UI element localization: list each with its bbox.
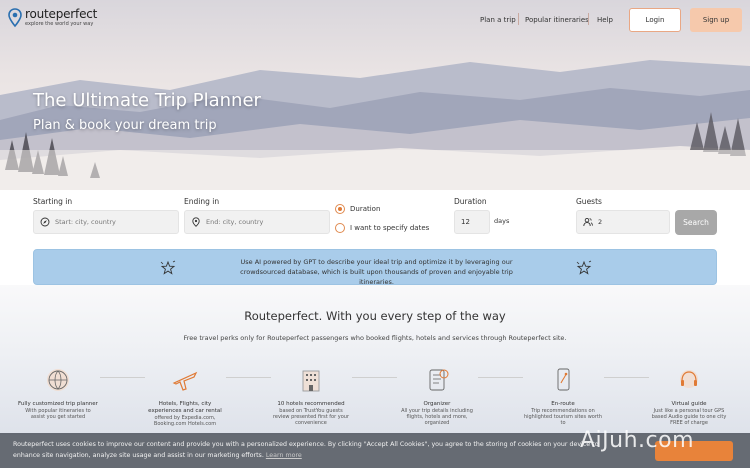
login-button[interactable]: Login	[629, 8, 681, 32]
sparkle-star-icon	[576, 260, 592, 275]
hero-title: The Ultimate Trip Planner	[33, 90, 261, 111]
feature-desc: All your trip details including flights,…	[401, 408, 473, 426]
cookie-message: Routeperfect uses cookies to improve our…	[13, 441, 599, 459]
search-button[interactable]: Search	[675, 210, 717, 235]
features-subtitle: Free travel perks only for Routeperfect …	[183, 334, 567, 342]
nav-divider	[588, 13, 589, 25]
map-pin-icon	[8, 8, 22, 28]
ai-planner-banner[interactable]: Use AI powered by GPT to describe your i…	[33, 249, 717, 286]
feature-desc: With popular itineraries to assist you g…	[25, 408, 91, 420]
feature-title: Organizer	[423, 401, 451, 407]
logo[interactable]: routeperfect explore the world your way	[8, 8, 97, 28]
specify-dates-radio[interactable]	[335, 223, 345, 233]
feature-bookings: Hotels, Flights, city experiences and ca…	[145, 365, 225, 427]
end-city-input[interactable]: End: city, country	[184, 210, 330, 234]
feature-title: En-route	[551, 401, 575, 407]
feature-en-route: En-route Trip recommendations on highlig…	[523, 365, 603, 426]
cookie-text: Routeperfect uses cookies to improve our…	[13, 439, 613, 461]
feature-connector	[478, 377, 523, 378]
feature-title: Fully customized trip planner	[18, 401, 98, 407]
end-city-placeholder: End: city, country	[206, 218, 264, 226]
logo-name: routeperfect	[25, 7, 98, 21]
logo-tagline: explore the world your way	[25, 21, 94, 27]
phone-route-icon	[557, 368, 570, 391]
feature-connector	[352, 377, 397, 378]
start-city-placeholder: Start: city, country	[55, 218, 116, 226]
feature-title: Hotels, Flights, city experiences and ca…	[148, 401, 222, 414]
feature-title: Virtual guide	[671, 401, 707, 407]
feature-organizer: Organizer All your trip details includin…	[397, 365, 477, 426]
feature-virtual-guide: Virtual guide Just like a personal tour …	[649, 365, 729, 426]
features-section-background	[0, 285, 750, 435]
organizer-checklist-icon	[429, 369, 449, 391]
hero-subtitle: Plan & book your dream trip	[33, 118, 217, 133]
guests-label: Guests	[576, 197, 602, 206]
duration-label: Duration	[454, 197, 487, 206]
days-unit-label: days	[494, 217, 510, 225]
compass-icon	[40, 217, 50, 227]
globe-pin-icon	[47, 369, 69, 391]
nav-divider	[518, 13, 519, 25]
ai-banner-text: Use AI powered by GPT to describe your i…	[240, 258, 513, 286]
airplane-icon	[172, 371, 198, 391]
signup-button[interactable]: Sign up	[690, 8, 742, 32]
feature-desc: Trip recommendations on highlighted tour…	[523, 408, 603, 426]
feature-desc: based on TrustYou guests review presente…	[272, 408, 350, 426]
starting-label: Starting in	[33, 197, 73, 206]
users-icon	[583, 217, 593, 227]
sparkle-star-icon	[160, 260, 176, 275]
audio-guide-icon	[680, 370, 698, 388]
specify-dates-radio-label[interactable]: I want to specify dates	[350, 224, 429, 232]
feature-connector	[100, 377, 145, 378]
guests-value: 2	[598, 218, 603, 226]
duration-radio-label[interactable]: Duration	[350, 205, 380, 213]
watermark-text: AiJuh.com	[580, 428, 695, 453]
nav-popular-itineraries[interactable]: Popular itineraries	[525, 16, 589, 24]
ending-label: Ending in	[184, 197, 220, 206]
feature-trip-planner: Fully customized trip planner With popul…	[18, 365, 98, 420]
nav-help[interactable]: Help	[597, 16, 613, 24]
site-header: routeperfect explore the world your way …	[0, 0, 750, 40]
learn-more-link[interactable]: Learn more	[266, 452, 302, 459]
feature-desc: Just like a personal tour GPS based Audi…	[651, 408, 727, 426]
feature-connector	[226, 377, 271, 378]
duration-radio[interactable]	[335, 204, 345, 214]
duration-days-input[interactable]: 12	[454, 210, 490, 234]
feature-desc: offered by Expedia.com, Booking.com Hote…	[153, 415, 217, 427]
features-title: Routeperfect. With you every step of the…	[244, 309, 506, 323]
feature-hotels: 10 hotels recommended based on TrustYou …	[271, 365, 351, 426]
nav-plan-a-trip[interactable]: Plan a trip	[480, 16, 516, 24]
feature-title: 10 hotels recommended	[277, 401, 345, 407]
feature-connector	[604, 377, 649, 378]
guests-input[interactable]: 2	[576, 210, 670, 234]
hotel-building-icon	[302, 370, 320, 392]
location-pin-icon	[192, 217, 200, 227]
start-city-input[interactable]: Start: city, country	[33, 210, 179, 234]
